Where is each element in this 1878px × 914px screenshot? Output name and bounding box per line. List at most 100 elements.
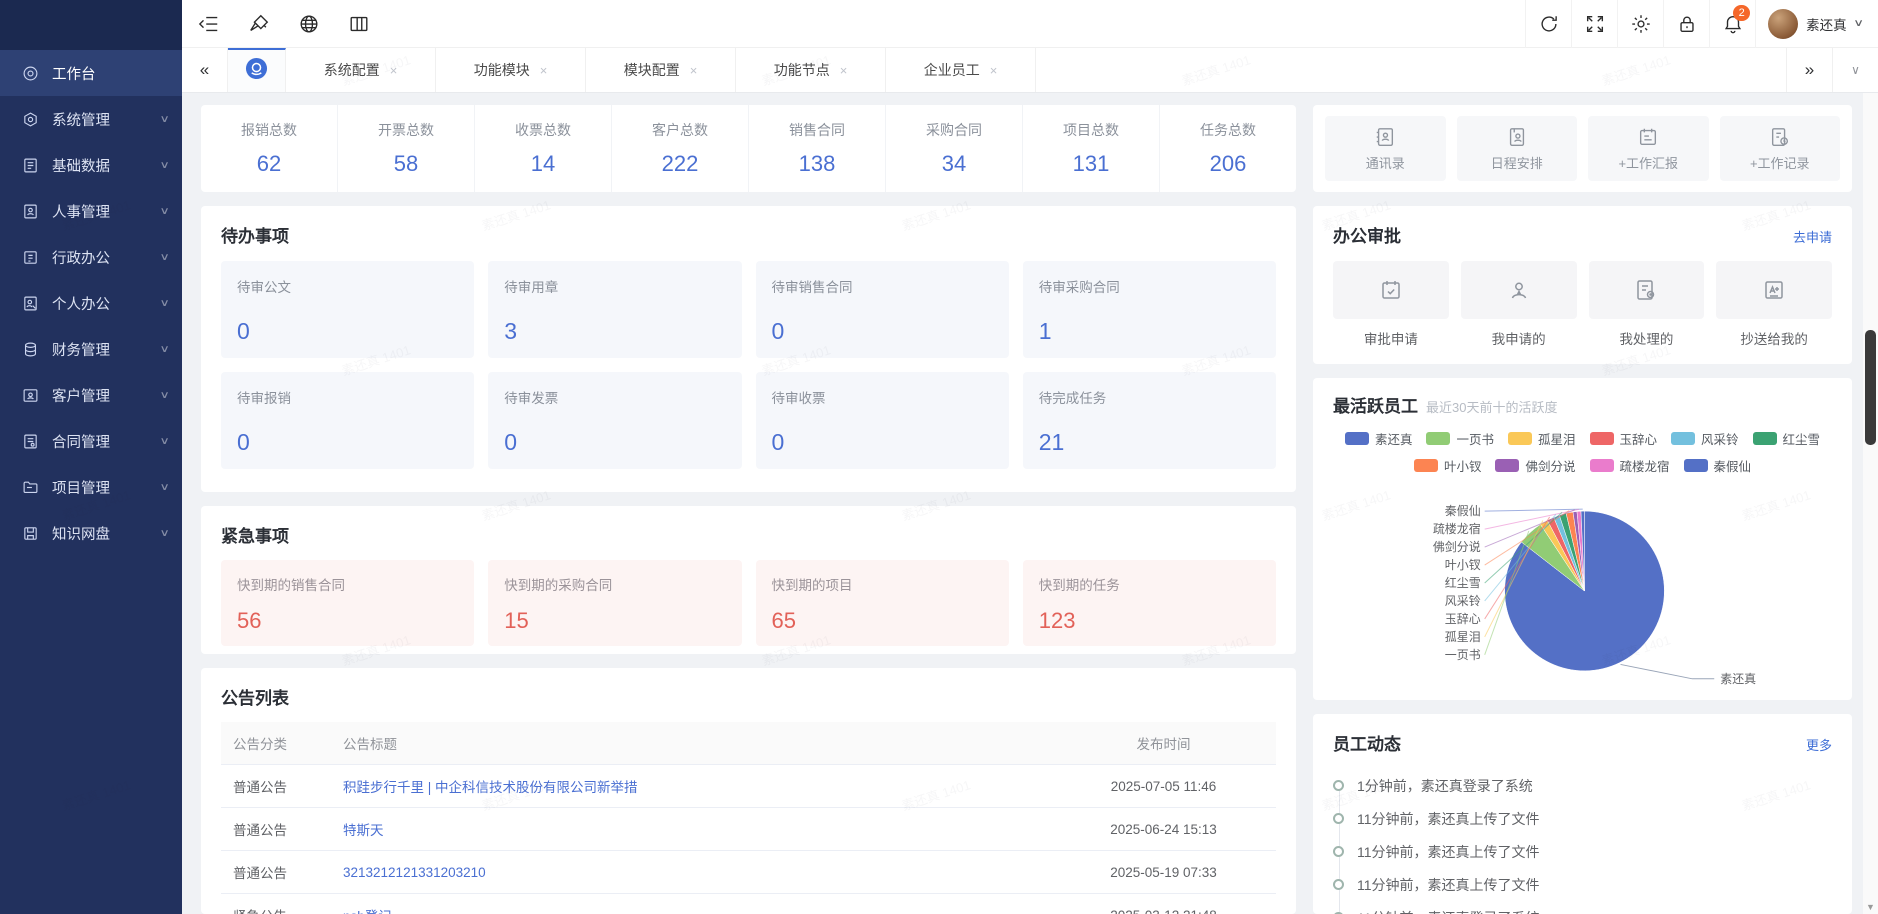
legend-item[interactable]: 疏楼龙宿 (1589, 456, 1670, 475)
todo-item-document[interactable]: 待审公文 0 (221, 261, 475, 358)
sidebar-item-personal[interactable]: 个人办公 ∨ (0, 280, 182, 326)
legend-item[interactable]: 素还真 (1344, 429, 1412, 448)
quick-action-contacts[interactable]: 通讯录 (1325, 116, 1446, 181)
work-report-icon (1640, 128, 1657, 145)
urgent-sales-contract[interactable]: 快到期的销售合同 56 (221, 560, 475, 646)
stat-invoice-in[interactable]: 收票总数 14 (475, 105, 612, 192)
theme-brush-icon[interactable] (248, 13, 270, 35)
todo-value: 21 (1038, 429, 1065, 455)
todo-item-reimburse[interactable]: 待审报销 0 (221, 372, 475, 469)
pie-label: 玉辞心 (1445, 611, 1481, 626)
approval-my-processed[interactable]: 我处理的 (1588, 261, 1705, 348)
tab-module-config[interactable]: 模块配置 × (586, 48, 736, 92)
todo-item-task[interactable]: 待完成任务 21 (1022, 372, 1276, 469)
todo-item-seal[interactable]: 待审用章 3 (488, 261, 742, 358)
stat-invoice-out[interactable]: 开票总数 58 (338, 105, 475, 192)
sidebar-item-finance[interactable]: 财务管理 ∨ (0, 326, 182, 372)
stat-projects[interactable]: 项目总数 131 (1023, 105, 1160, 192)
todo-item-purchase-contract[interactable]: 待审采购合同 1 (1022, 261, 1276, 358)
tabs-scroll-left-button[interactable]: « (182, 48, 228, 92)
layout-columns-icon[interactable] (348, 13, 370, 35)
stat-purchase-contracts[interactable]: 采购合同 34 (886, 105, 1023, 192)
legend-item[interactable]: 秦假仙 (1683, 456, 1751, 475)
stat-sales-contracts[interactable]: 销售合同 138 (749, 105, 886, 192)
approval-apply[interactable]: 审批申请 (1333, 261, 1449, 348)
quick-action-work-record[interactable]: +工作记录 (1719, 116, 1840, 181)
todo-item-receipt[interactable]: 待审收票 0 (755, 372, 1009, 469)
approval-my-applications[interactable]: 我申请的 (1460, 261, 1577, 348)
go-apply-link[interactable]: 去申请 (1793, 227, 1832, 246)
language-globe-icon[interactable] (298, 13, 320, 35)
announcement-link[interactable]: psb登记 (343, 909, 392, 914)
sidebar-item-contract[interactable]: 合同管理 ∨ (0, 418, 182, 464)
fullscreen-button[interactable] (1571, 0, 1617, 48)
legend-item[interactable]: 叶小钗 (1413, 456, 1481, 475)
chevron-down-icon: ∨ (159, 297, 170, 309)
tabs-dropdown-button[interactable]: ∨ (1832, 48, 1878, 92)
sidebar-item-label: 财务管理 (52, 342, 110, 359)
legend-item[interactable]: 玉辞心 (1589, 429, 1657, 448)
lock-screen-button[interactable] (1663, 0, 1709, 48)
tab-enterprise-employee[interactable]: 企业员工 × (886, 48, 1036, 92)
collapse-menu-icon[interactable] (198, 13, 220, 35)
tab-system-config[interactable]: 系统配置 × (286, 48, 436, 92)
table-header-row: 公告分类 公告标题 发布时间 (221, 722, 1276, 765)
todo-item-invoice[interactable]: 待审发票 0 (488, 372, 742, 469)
urgent-label: 快到期的项目 (771, 578, 853, 593)
scrollbar-down-arrow[interactable]: ▼ (1863, 902, 1878, 912)
stat-reimburse[interactable]: 报销总数 62 (201, 105, 338, 192)
urgent-task[interactable]: 快到期的任务 123 (1022, 560, 1276, 646)
close-icon[interactable]: × (540, 63, 548, 78)
announcement-link[interactable]: 特斯天 (343, 823, 384, 838)
sidebar-item-workbench[interactable]: 工作台 (0, 50, 182, 96)
page-scrollbar[interactable]: ▼ (1863, 93, 1878, 914)
legend-item[interactable]: 红尘雪 (1752, 429, 1820, 448)
tab-label: 功能模块 (473, 62, 530, 78)
urgent-purchase-contract[interactable]: 快到期的采购合同 15 (488, 560, 742, 646)
urgent-project[interactable]: 快到期的项目 65 (755, 560, 1009, 646)
timeline-dot-icon (1333, 846, 1344, 857)
sidebar-item-base-data[interactable]: 基础数据 ∨ (0, 142, 182, 188)
more-link[interactable]: 更多 (1806, 735, 1832, 754)
announcement-link[interactable]: 3213212121331203210 (343, 865, 486, 880)
table-row: 紧急公告 psb登记 2025-03-12 21:48 (221, 893, 1276, 914)
chevron-down-icon: ∨ (159, 205, 170, 217)
close-icon[interactable]: × (840, 63, 848, 78)
tab-home[interactable] (228, 48, 286, 92)
sidebar-item-system[interactable]: 系统管理 ∨ (0, 96, 182, 142)
sidebar-item-project[interactable]: 项目管理 ∨ (0, 464, 182, 510)
close-icon[interactable]: × (390, 63, 398, 78)
notifications-button[interactable]: 2 (1709, 0, 1755, 48)
announcement-link[interactable]: 积跬步行千里 | 中企科信技术股份有限公司新举措 (343, 780, 638, 795)
timeline-dot-icon (1333, 780, 1344, 791)
stat-tasks[interactable]: 任务总数 206 (1160, 105, 1296, 192)
stat-customers[interactable]: 客户总数 222 (612, 105, 749, 192)
legend-item[interactable]: 佛剑分说 (1495, 456, 1576, 475)
scrollbar-thumb[interactable] (1865, 330, 1876, 445)
todo-item-sales-contract[interactable]: 待审销售合同 0 (755, 261, 1009, 358)
sidebar-item-admin[interactable]: 行政办公 ∨ (0, 234, 182, 280)
sidebar-item-knowledge[interactable]: 知识网盘 ∨ (0, 510, 182, 556)
quick-action-work-report[interactable]: +工作汇报 (1588, 116, 1709, 181)
close-icon[interactable]: × (990, 63, 998, 78)
close-icon[interactable]: × (690, 63, 698, 78)
chevron-down-icon: ∨ (159, 481, 170, 493)
tab-function-module[interactable]: 功能模块 × (436, 48, 586, 92)
settings-button[interactable] (1617, 0, 1663, 48)
legend-item[interactable]: 孤星泪 (1507, 429, 1576, 448)
pie-label: 孤星泪 (1445, 630, 1481, 644)
activity-list: 1分钟前，素还真登录了系统 11分钟前，素还真上传了文件 11分钟前，素还真上传… (1333, 769, 1832, 914)
tab-function-node[interactable]: 功能节点 × (736, 48, 886, 92)
legend-item[interactable]: 风采铃 (1671, 429, 1739, 448)
approval-label: 抄送给我的 (1740, 332, 1808, 347)
user-menu[interactable]: 素还真 ∨ (1755, 0, 1878, 48)
sidebar-item-customer[interactable]: 客户管理 ∨ (0, 372, 182, 418)
sidebar-item-label: 工作台 (52, 66, 96, 83)
sidebar-item-hr[interactable]: 人事管理 ∨ (0, 188, 182, 234)
refresh-button[interactable] (1525, 0, 1571, 48)
tabs-scroll-right-button[interactable]: » (1786, 48, 1832, 92)
column-header-time: 发布时间 (1051, 722, 1276, 765)
legend-item[interactable]: 一页书 (1426, 429, 1494, 448)
quick-action-schedule[interactable]: 日程安排 (1456, 116, 1577, 181)
approval-cc-to-me[interactable]: 抄送给我的 (1716, 261, 1832, 348)
